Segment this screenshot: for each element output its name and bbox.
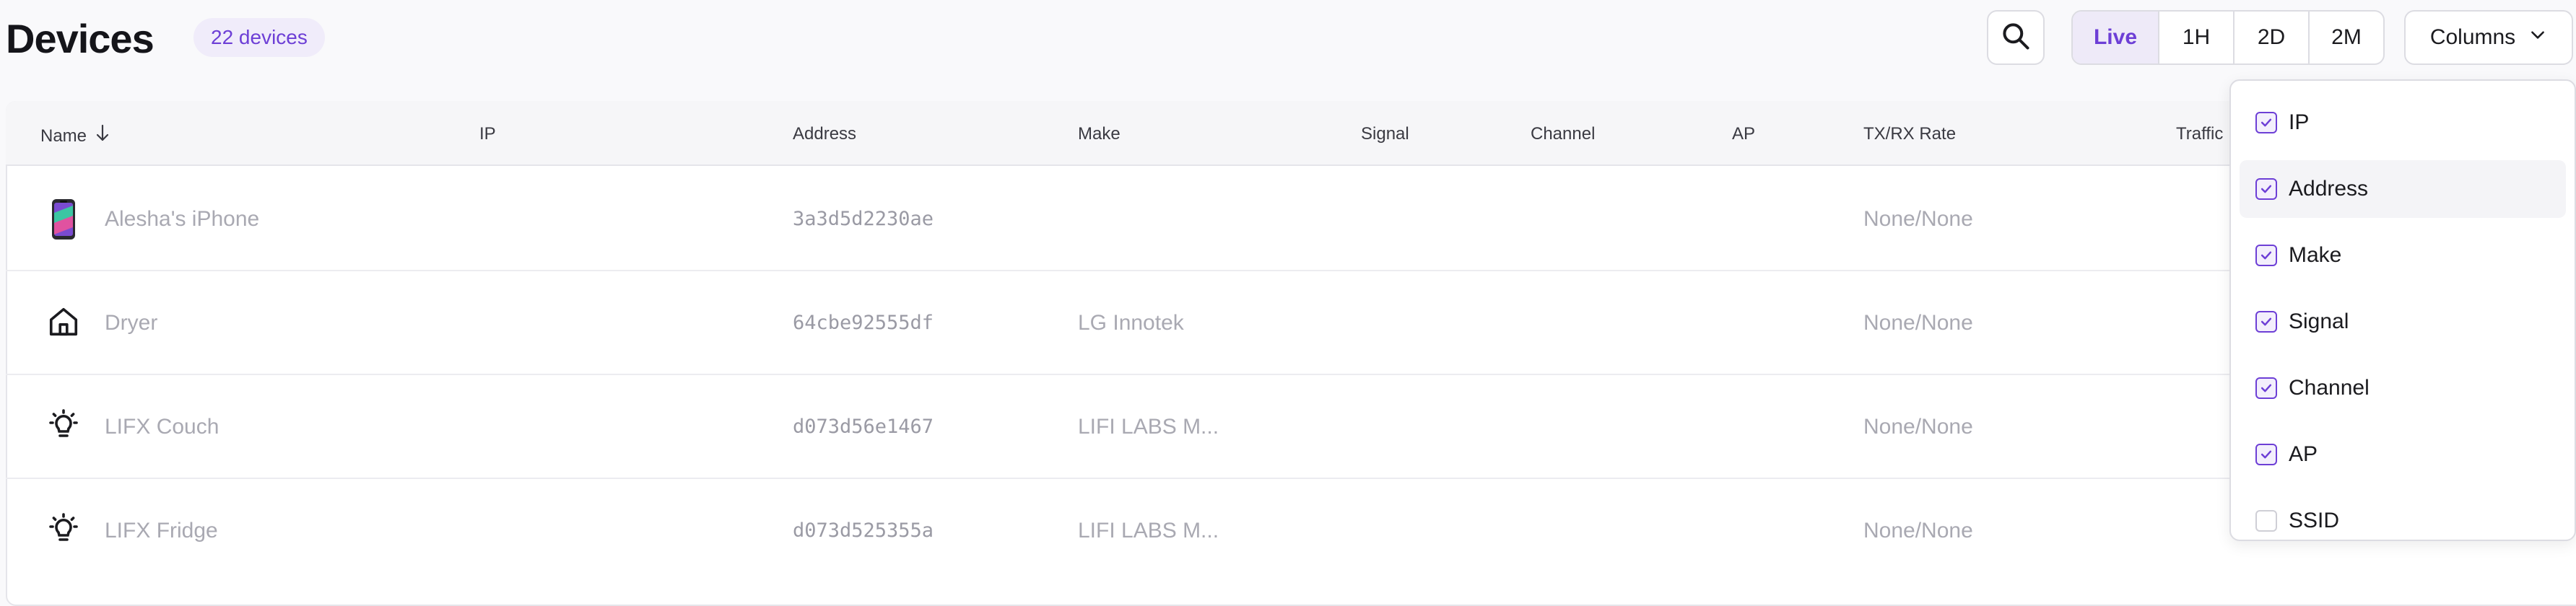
device-address: d073d525355a <box>793 519 934 542</box>
home-icon <box>46 302 81 342</box>
column-header-name[interactable]: Name <box>40 123 111 149</box>
columns-button-label: Columns <box>2429 25 2516 49</box>
column-header-label: Name <box>40 126 87 146</box>
device-make: LIFI LABS M... <box>1078 519 1219 543</box>
row-divider <box>6 270 2576 271</box>
column-option-label: IP <box>2289 110 2310 134</box>
device-txrx-rate: None/None <box>1863 207 1973 231</box>
device-make: LIFI LABS M... <box>1078 415 1219 439</box>
column-header-ap[interactable]: AP <box>1732 123 1755 146</box>
column-option-signal[interactable]: Signal <box>2240 293 2566 351</box>
column-option-label: Channel <box>2289 376 2370 400</box>
lightbulb-icon <box>46 509 81 550</box>
column-option-label: AP <box>2289 442 2318 466</box>
time-range-toggle: Live 1H 2D 2M <box>2071 10 2385 65</box>
device-address: 3a3d5d2230ae <box>793 208 934 230</box>
column-option-label: Make <box>2289 243 2342 267</box>
column-option-label: Signal <box>2289 309 2349 333</box>
chevron-down-icon <box>2528 25 2547 50</box>
checkbox-checked[interactable] <box>2255 178 2277 200</box>
search-button[interactable] <box>1987 10 2045 65</box>
smartphone-icon <box>46 199 81 240</box>
range-2d-button[interactable]: 2D <box>2233 12 2308 63</box>
range-1h-button[interactable]: 1H <box>2158 12 2233 63</box>
device-name[interactable]: LIFX Fridge <box>105 517 218 545</box>
lightbulb-icon <box>46 405 81 446</box>
device-name[interactable]: LIFX Couch <box>105 413 219 442</box>
column-option-ap[interactable]: AP <box>2240 426 2566 483</box>
columns-button[interactable]: Columns <box>2404 10 2573 65</box>
device-txrx-rate: None/None <box>1863 311 1973 335</box>
column-option-channel[interactable]: Channel <box>2240 359 2566 417</box>
device-name[interactable]: Alesha's iPhone <box>105 205 259 234</box>
range-live-button[interactable]: Live <box>2073 12 2158 63</box>
column-option-label: SSID <box>2289 509 2340 532</box>
column-header-txrx-rate[interactable]: TX/RX Rate <box>1863 123 1956 146</box>
devices-table <box>6 101 2576 606</box>
page-title: Devices <box>6 16 155 61</box>
column-header-address[interactable]: Address <box>793 123 856 146</box>
column-header-traffic[interactable]: Traffic <box>2176 123 2223 146</box>
row-divider <box>6 374 2576 375</box>
device-make: LG Innotek <box>1078 311 1184 335</box>
checkbox-checked[interactable] <box>2255 444 2277 465</box>
device-count-badge: 22 devices <box>193 18 325 57</box>
arrow-down-icon <box>94 123 111 149</box>
column-header-ip[interactable]: IP <box>479 123 496 146</box>
checkbox-checked[interactable] <box>2255 112 2277 133</box>
checkbox-checked[interactable] <box>2255 377 2277 399</box>
device-txrx-rate: None/None <box>1863 415 1973 439</box>
device-address: 64cbe92555df <box>793 312 934 334</box>
column-option-make[interactable]: Make <box>2240 227 2566 284</box>
range-2m-button[interactable]: 2M <box>2308 12 2383 63</box>
checkbox-checked[interactable] <box>2255 245 2277 266</box>
column-header-channel[interactable]: Channel <box>1531 123 1595 146</box>
device-name[interactable]: Dryer <box>105 309 157 338</box>
column-option-ip[interactable]: IP <box>2240 94 2566 152</box>
device-txrx-rate: None/None <box>1863 519 1973 543</box>
device-address: d073d56e1467 <box>793 416 934 438</box>
column-header-make[interactable]: Make <box>1078 123 1121 146</box>
column-option-ssid[interactable]: SSID <box>2240 492 2566 540</box>
column-option-address[interactable]: Address <box>2240 160 2566 218</box>
column-option-label: Address <box>2289 177 2369 201</box>
row-divider <box>6 478 2576 479</box>
column-header-signal[interactable]: Signal <box>1361 123 1409 146</box>
search-icon <box>2000 20 2032 56</box>
checkbox-checked[interactable] <box>2255 311 2277 333</box>
columns-menu: IP Address Make Signal Channel AP SSID <box>2229 79 2576 541</box>
checkbox-unchecked[interactable] <box>2255 510 2277 532</box>
